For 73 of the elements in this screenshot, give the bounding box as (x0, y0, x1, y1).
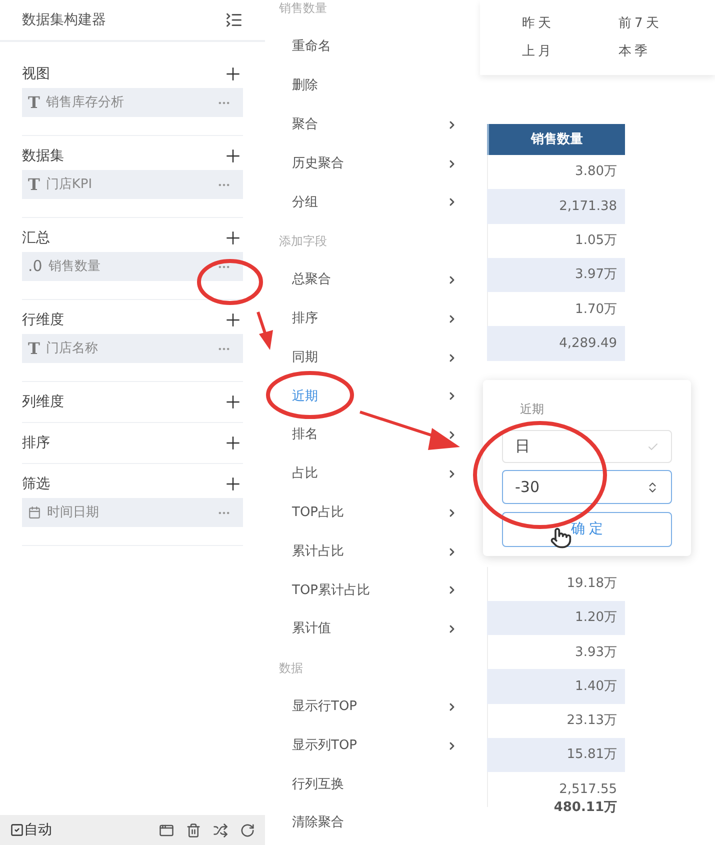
table-cell: 3.97万 (487, 258, 625, 292)
menu-item[interactable]: 排序 (265, 299, 470, 338)
code-window-icon[interactable] (159, 822, 174, 838)
section-title: 排序 (22, 434, 50, 452)
table-cell: 1.40万 (487, 669, 625, 704)
section-title: 汇总 (22, 228, 50, 248)
annotation-arrow (256, 312, 273, 350)
field-label: 销售数量 (48, 258, 102, 276)
quick-date-option[interactable]: 前7天 (618, 14, 715, 34)
value-input[interactable]: -30 (502, 470, 672, 504)
menu-item[interactable]: 占比 (265, 454, 470, 494)
field-item[interactable]: T 门店KPI (22, 170, 243, 199)
table-cell: 15.81万 (487, 738, 625, 772)
menu-item[interactable]: 累计值 (265, 610, 470, 649)
field-item[interactable]: T 门店名称 (22, 334, 243, 363)
auto-checkbox[interactable]: 自动 (10, 820, 147, 840)
table-cell: 3.93万 (487, 635, 625, 670)
type-glyph: T (28, 338, 40, 360)
checkbox-icon[interactable] (10, 823, 24, 837)
table-cell: 1.70万 (487, 292, 625, 326)
quick-date-option[interactable]: 上月 (522, 42, 618, 61)
field-label: 时间日期 (47, 504, 100, 522)
builder-title: 数据集构建器 (22, 10, 106, 30)
menu-group-header: 添加字段 (279, 233, 327, 250)
refresh-icon[interactable] (240, 822, 255, 838)
menu-item[interactable]: 删除 (265, 66, 470, 106)
menu-group-header: 数据 (279, 660, 303, 677)
quick-date-option[interactable]: 本季 (618, 42, 715, 61)
table-cell: 3.80万 (487, 155, 625, 190)
menu-item[interactable]: 分组 (265, 182, 470, 222)
shuffle-icon[interactable] (213, 822, 228, 838)
type-glyph: .0 (28, 256, 42, 278)
menu-group-header: 销售数量 (279, 0, 327, 18)
section-title: 行维度 (22, 310, 64, 330)
menu-item[interactable]: 累计占比 (265, 532, 470, 571)
section-title: 数据集 (22, 146, 64, 166)
field-label: 销售库存分析 (46, 94, 125, 112)
field-item[interactable]: T 销售库存分析 (22, 88, 243, 117)
menu-item[interactable]: TOP累计占比 (265, 570, 470, 610)
menu-item[interactable]: 重命名 (265, 28, 470, 67)
table-cell: 1.20万 (487, 600, 625, 636)
field-item[interactable]: .0 销售数量 (22, 252, 243, 281)
field-label: 门店名称 (46, 340, 99, 358)
menu-item[interactable]: 显示行TOP (265, 687, 470, 726)
popup-label: 近期 (520, 401, 545, 418)
quick-date-option[interactable]: 昨天 (522, 14, 618, 34)
section-title: 视图 (22, 64, 50, 84)
table-cell: 4,289.49 (487, 326, 625, 361)
menu-item[interactable]: TOP占比 (265, 493, 470, 532)
unit-select[interactable]: 日 (502, 430, 672, 463)
menu-item[interactable]: 排名 (265, 416, 470, 455)
menu-item[interactable]: 历史聚合 (265, 144, 470, 183)
menu-item[interactable]: 总聚合 (265, 260, 470, 300)
hand-cursor-icon (550, 527, 572, 549)
menu-item[interactable]: 聚合 (265, 105, 470, 144)
total-cell-text: 480.11万 (552, 798, 618, 817)
collapse-icon[interactable] (225, 11, 243, 29)
table-cell: 2,171.38 (487, 189, 625, 224)
check-icon (647, 440, 659, 452)
menu-item[interactable]: 显示列TOP (265, 726, 470, 765)
field-label: 门店KPI (46, 176, 94, 194)
calendar-icon (28, 506, 41, 519)
annotation-circle (197, 259, 263, 305)
section-title: 列维度 (22, 392, 64, 412)
menu-item[interactable]: 行列互换 (265, 764, 470, 804)
delete-icon[interactable] (186, 822, 201, 838)
menu-item[interactable]: 同期 (265, 338, 470, 377)
section-title: 筛选 (22, 474, 50, 494)
type-glyph: T (28, 92, 40, 114)
table-cell: 1.05万 (487, 224, 625, 258)
type-glyph: T (28, 174, 40, 196)
menu-item[interactable]: 清除聚合 (265, 804, 470, 843)
column-header: 销售数量 (487, 124, 625, 155)
